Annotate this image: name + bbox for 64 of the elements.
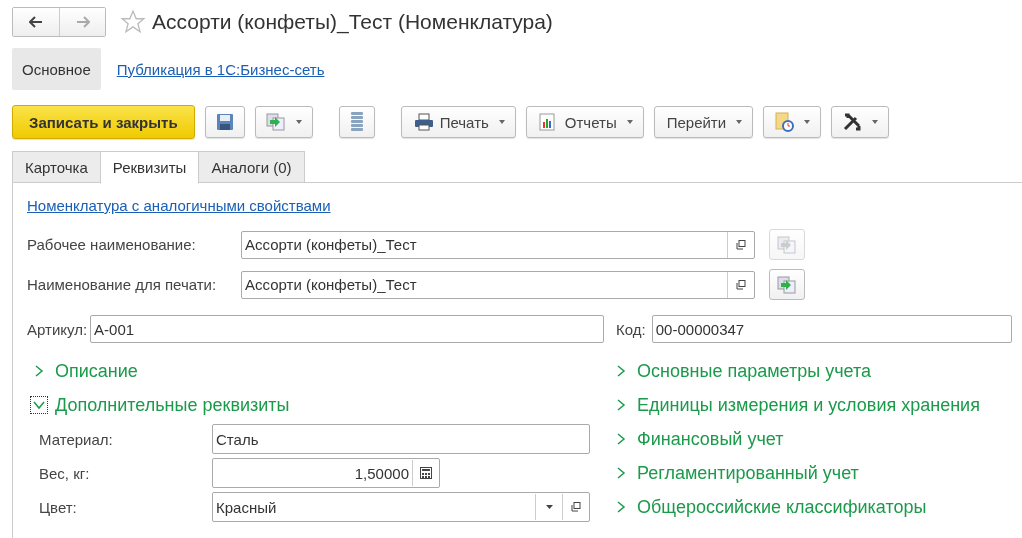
back-button[interactable] — [13, 8, 59, 36]
chevron-right-icon — [33, 365, 45, 377]
document-arrow-icon — [777, 275, 797, 294]
document-arrow-icon — [777, 235, 797, 254]
input-field[interactable]: А-001 — [90, 315, 605, 343]
group-header[interactable]: Дополнительные реквизиты — [27, 388, 609, 422]
tab[interactable]: Карточка — [12, 151, 101, 183]
field-label: Рабочее наименование: — [27, 236, 197, 253]
group-header[interactable]: Основные параметры учета — [609, 354, 980, 388]
nav-link[interactable]: Публикация в 1С:Бизнес-сеть — [106, 48, 335, 90]
document-clock-icon — [774, 112, 795, 132]
star-icon[interactable] — [120, 9, 146, 35]
group-header[interactable]: Общероссийские классификаторы — [609, 490, 980, 524]
field-label: Артикул: — [27, 320, 88, 338]
nav-link[interactable]: Основное — [12, 48, 101, 90]
chevron-right-icon — [615, 399, 627, 411]
forward-arrow-icon — [75, 16, 90, 28]
caret-icon — [626, 120, 633, 124]
chevron-down-icon — [33, 399, 45, 411]
chevron-right-icon — [615, 365, 627, 377]
group-header[interactable]: Финансовый учет — [609, 422, 980, 456]
field-label: Наименование для печати: — [27, 276, 218, 293]
stack-icon — [349, 112, 364, 132]
toolbar-button[interactable]: Перейти — [653, 106, 754, 138]
tab[interactable]: Аналоги (0) — [198, 151, 305, 183]
caret-icon — [736, 120, 743, 124]
toolbar-icon-button[interactable] — [204, 106, 245, 138]
dropdown-field[interactable]: Красный — [212, 492, 590, 522]
caret-icon — [295, 120, 302, 124]
input-field[interactable]: Сталь — [212, 424, 590, 454]
tab[interactable]: Реквизиты — [99, 151, 200, 184]
field-label: Код: — [616, 320, 646, 338]
document-arrow-icon — [265, 113, 286, 131]
open-icon — [571, 502, 581, 512]
open-icon — [736, 279, 746, 290]
save-close-button[interactable]: Записать и закрыть — [12, 105, 195, 139]
chevron-right-icon — [615, 501, 627, 513]
tools-icon — [842, 112, 863, 132]
caret-icon — [545, 505, 553, 509]
chevron-right-icon — [615, 467, 627, 479]
caret-icon — [872, 120, 879, 124]
input-field[interactable]: 00-00000347 — [651, 315, 1012, 343]
window-title: Ассорти (конфеты)_Тест (Номенклатура) — [152, 10, 553, 34]
calculator-icon — [420, 467, 432, 479]
caret-icon — [498, 120, 505, 124]
toolbar-button[interactable]: Отчеты — [525, 106, 644, 138]
printer-icon — [413, 113, 434, 131]
field-label: Цвет: — [39, 498, 78, 516]
open-icon — [736, 239, 746, 250]
toolbar-icon-button[interactable] — [831, 106, 890, 138]
back-arrow-icon — [29, 16, 43, 28]
field-label: Вес, кг: — [39, 464, 91, 482]
fill-button[interactable] — [769, 269, 805, 300]
input-field[interactable]: Ассорти (конфеты)_Тест — [241, 230, 755, 259]
number-field[interactable]: 1,50000 — [212, 458, 440, 488]
group-header[interactable]: Регламентированный учет — [609, 456, 980, 490]
group-header[interactable]: Единицы измерения и условия хранения — [609, 388, 980, 422]
input-field[interactable]: Ассорти (конфеты)_Тест — [241, 270, 755, 299]
caret-icon — [804, 120, 811, 124]
field-label: Материал: — [39, 430, 114, 448]
toolbar-button[interactable]: Печать — [400, 106, 516, 138]
similar-items-link[interactable]: Номенклатура с аналогичными свойствами — [27, 197, 331, 214]
group-header[interactable]: Описание — [27, 354, 609, 388]
chevron-right-icon — [615, 433, 627, 445]
